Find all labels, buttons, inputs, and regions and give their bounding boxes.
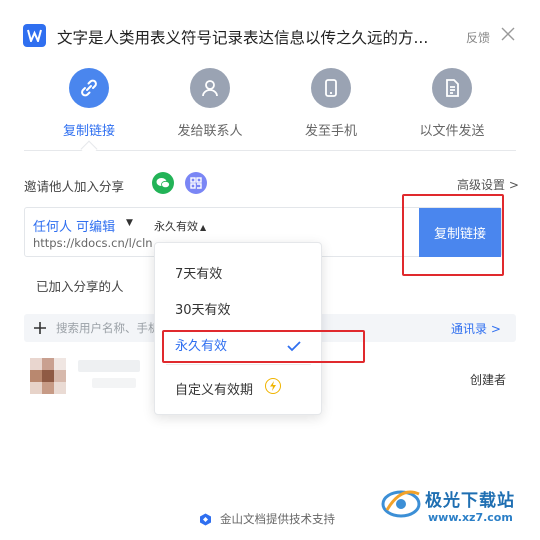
validity-option-custom[interactable]: 自定义有效期 [175, 379, 253, 398]
member-sub-blurred [92, 378, 136, 388]
kdocs-logo-icon [199, 511, 212, 526]
validity-dropdown: 7天有效 30天有效 永久有效 自定义有效期 [154, 242, 322, 415]
joined-members-label: 已加入分享的人 [36, 279, 124, 294]
active-tab-pointer [80, 140, 98, 158]
lightning-icon [265, 378, 281, 394]
highlight-box-copy [402, 194, 504, 276]
validity-option-7d[interactable]: 7天有效 [175, 263, 222, 282]
tab-send-contact[interactable]: 发给联系人 [155, 120, 265, 139]
validity-option-30d[interactable]: 30天有效 [175, 299, 231, 318]
plus-icon[interactable] [33, 320, 47, 334]
avatar [30, 358, 66, 394]
validity-selector[interactable]: 永久有效 ▲ [154, 218, 206, 234]
qrcode-icon[interactable] [185, 172, 207, 194]
invite-label: 邀请他人加入分享 [24, 179, 125, 194]
close-icon[interactable] [500, 26, 516, 42]
share-url[interactable]: https://kdocs.cn/l/clnLFoNZombT [33, 236, 153, 250]
document-title: 文字是人类用表义符号记录表达信息以传之久远的方... [57, 29, 429, 47]
tab-send-file[interactable]: 以文件发送 [397, 120, 507, 139]
member-name-blurred [78, 360, 140, 372]
member-role: 创建者 [470, 373, 507, 387]
link-icon[interactable] [69, 68, 109, 108]
advanced-settings-link[interactable]: 高级设置 > [457, 176, 519, 193]
caret-down-icon[interactable]: ▼ [126, 218, 133, 228]
search-input[interactable]: 搜索用户名称、手机号 [56, 320, 156, 336]
wechat-icon[interactable] [152, 172, 174, 194]
watermark-logo [379, 482, 425, 522]
dropdown-divider [166, 364, 311, 365]
caret-up-icon: ▲ [200, 223, 207, 232]
file-icon[interactable] [432, 68, 472, 108]
watermark-url: www.xz7.com [428, 511, 513, 524]
wps-logo-icon [23, 24, 46, 47]
tabs-divider [24, 150, 516, 151]
tab-copy-link[interactable]: 复制链接 [34, 120, 144, 139]
watermark-title: 极光下载站 [425, 491, 515, 511]
permission-selector[interactable]: 任何人 可编辑 [33, 216, 115, 235]
highlight-box-permanent [162, 330, 365, 363]
person-icon[interactable] [190, 68, 230, 108]
tab-send-phone[interactable]: 发至手机 [276, 120, 386, 139]
footer-text: 金山文档提供技术支持 [220, 512, 335, 526]
contacts-link[interactable]: 通讯录 > [451, 320, 501, 337]
feedback-link[interactable]: 反馈 [466, 29, 490, 46]
validity-label: 永久有效 [154, 220, 198, 233]
phone-icon[interactable] [311, 68, 351, 108]
